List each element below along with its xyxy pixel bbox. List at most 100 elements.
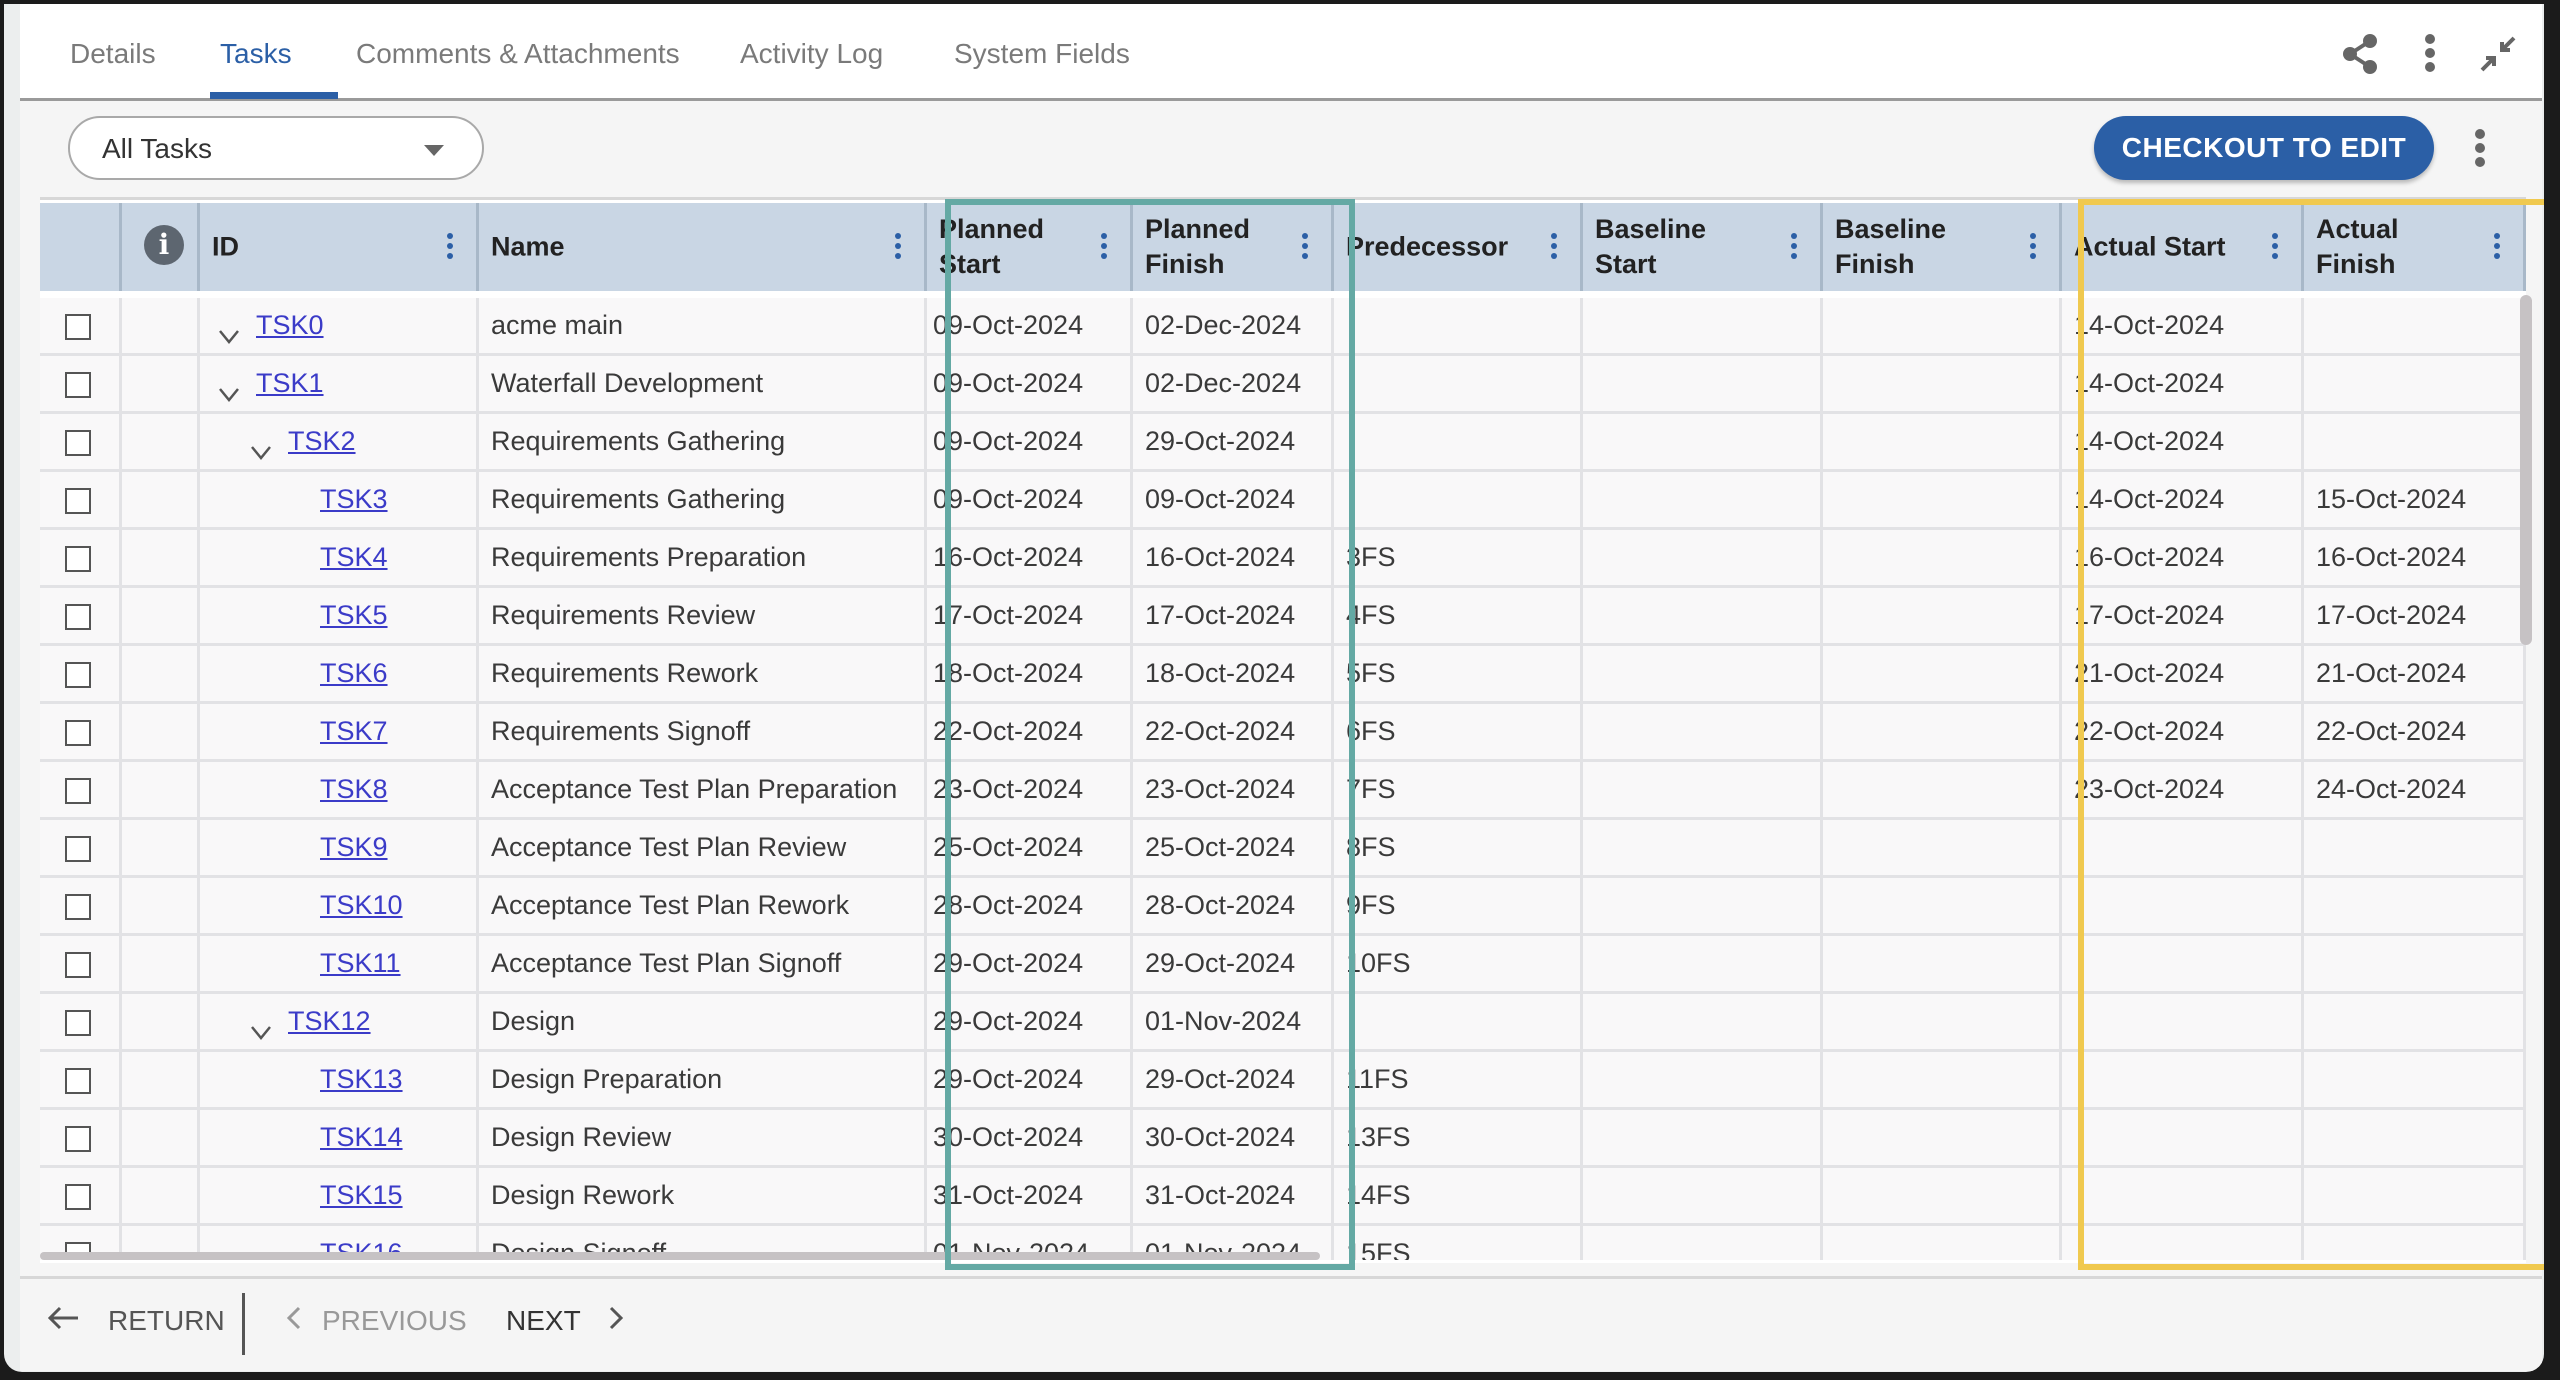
return-button[interactable]: RETURN [46, 1305, 225, 1337]
column-header-baseline-finish[interactable]: Baseline Finish [1823, 203, 2062, 291]
task-id-link[interactable]: TSK4 [320, 530, 388, 585]
cell-baseline-finish [1823, 936, 2062, 991]
cell-baseline-finish [1823, 704, 2062, 759]
table-row[interactable]: TSK3 Requirements Gathering 09-Oct-2024 09-… [40, 472, 2526, 530]
cell-actual-start: 14-Oct-2024 [2062, 472, 2304, 527]
tab-details[interactable]: Details [70, 38, 156, 70]
cell-text: 09-Oct-2024 [933, 426, 1084, 456]
task-id-link[interactable]: TSK3 [320, 472, 388, 527]
table-row[interactable]: TSK2 Requirements Gathering 09-Oct-2024 29-… [40, 414, 2526, 472]
row-checkbox[interactable] [65, 314, 91, 340]
table-row[interactable]: TSK5 Requirements Review 17-Oct-2024 17-Oct… [40, 588, 2526, 646]
task-id-link[interactable]: TSK12 [288, 994, 371, 1049]
row-checkbox[interactable] [65, 372, 91, 398]
tab-comments-attachments[interactable]: Comments & Attachments [356, 38, 680, 70]
table-row[interactable]: TSK7 Requirements Signoff 22-Oct-2024 22-Oc… [40, 704, 2526, 762]
column-header-select [40, 203, 122, 291]
task-id-link[interactable]: TSK6 [320, 646, 388, 701]
row-checkbox[interactable] [65, 778, 91, 804]
collapse-icon[interactable] [2478, 32, 2518, 76]
cell-text: 29-Oct-2024 [1145, 1064, 1296, 1094]
table-row[interactable]: TSK11 Acceptance Test Plan Signoff 29-Oct-… [40, 936, 2526, 994]
more-vert-icon[interactable] [2410, 32, 2450, 76]
column-menu-icon[interactable] [1550, 233, 1558, 259]
expand-chevron-icon[interactable] [250, 1008, 272, 1040]
table-row[interactable]: TSK10 Acceptance Test Plan Rework 28-Oct-2… [40, 878, 2526, 936]
checkout-to-edit-button[interactable]: CHECKOUT TO EDIT [2094, 116, 2434, 180]
vertical-scrollbar[interactable] [2520, 295, 2532, 645]
column-header-info[interactable]: i [122, 203, 200, 291]
column-header-name[interactable]: Name [479, 203, 927, 291]
return-label: RETURN [108, 1305, 225, 1336]
column-header-id[interactable]: ID [200, 203, 479, 291]
task-id-link[interactable]: TSK5 [320, 588, 388, 643]
column-header-planned-start[interactable]: Planned Start [927, 203, 1133, 291]
row-checkbox[interactable] [65, 720, 91, 746]
table-row[interactable]: TSK12 Design 29-Oct-2024 01-Nov-2024 [40, 994, 2526, 1052]
previous-button[interactable]: PREVIOUS [286, 1305, 467, 1337]
table-row[interactable]: TSK15 Design Rework 31-Oct-2024 31-Oct-2024… [40, 1168, 2526, 1226]
row-checkbox[interactable] [65, 546, 91, 572]
tab-activity-log[interactable]: Activity Log [740, 38, 883, 70]
cell-predecessor [1334, 472, 1583, 527]
row-checkbox[interactable] [65, 662, 91, 688]
row-checkbox[interactable] [65, 1010, 91, 1036]
column-header-predecessor[interactable]: Predecessor [1334, 203, 1583, 291]
row-checkbox[interactable] [65, 604, 91, 630]
column-menu-icon[interactable] [894, 233, 902, 259]
cell-text: Requirements Gathering [491, 426, 786, 456]
task-id-link[interactable]: TSK7 [320, 704, 388, 759]
column-menu-icon[interactable] [2493, 233, 2501, 259]
cell-id: TSK5 [200, 588, 479, 643]
next-button[interactable]: NEXT [506, 1305, 624, 1337]
row-checkbox[interactable] [65, 1184, 91, 1210]
row-checkbox[interactable] [65, 952, 91, 978]
task-id-link[interactable]: TSK11 [320, 936, 401, 991]
column-menu-icon[interactable] [2029, 233, 2037, 259]
task-id-link[interactable]: TSK8 [320, 762, 388, 817]
toolbar-more-icon[interactable] [2468, 127, 2492, 171]
tab-system-fields[interactable]: System Fields [954, 38, 1130, 70]
column-menu-icon[interactable] [2271, 233, 2279, 259]
expand-chevron-icon[interactable] [218, 312, 240, 344]
row-checkbox[interactable] [65, 1068, 91, 1094]
row-checkbox[interactable] [65, 836, 91, 862]
column-header-baseline-start[interactable]: Baseline Start [1583, 203, 1823, 291]
column-menu-icon[interactable] [446, 233, 454, 259]
expand-chevron-icon[interactable] [218, 370, 240, 402]
table-row[interactable]: TSK13 Design Preparation 29-Oct-2024 29-Oct… [40, 1052, 2526, 1110]
table-row[interactable]: TSK4 Requirements Preparation 16-Oct-2024 1… [40, 530, 2526, 588]
task-id-link[interactable]: TSK10 [320, 878, 403, 933]
column-menu-icon[interactable] [1790, 233, 1798, 259]
tab-tasks[interactable]: Tasks [220, 38, 292, 70]
cell-select [40, 530, 122, 585]
column-header-actual-start[interactable]: Actual Start [2062, 203, 2304, 291]
task-id-link[interactable]: TSK1 [256, 356, 324, 411]
task-id-link[interactable]: TSK2 [288, 414, 356, 469]
cell-id: TSK10 [200, 878, 479, 933]
column-menu-icon[interactable] [1301, 233, 1309, 259]
task-id-link[interactable]: TSK9 [320, 820, 388, 875]
row-checkbox[interactable] [65, 488, 91, 514]
table-row[interactable]: TSK14 Design Review 30-Oct-2024 30-Oct-2024… [40, 1110, 2526, 1168]
dropdown-caret-icon [424, 145, 444, 156]
task-id-link[interactable]: TSK14 [320, 1110, 403, 1165]
task-id-link[interactable]: TSK15 [320, 1168, 403, 1223]
share-icon[interactable] [2340, 32, 2380, 76]
table-row[interactable]: TSK6 Requirements Rework 18-Oct-2024 18-Oct… [40, 646, 2526, 704]
column-menu-icon[interactable] [1100, 233, 1108, 259]
row-checkbox[interactable] [65, 430, 91, 456]
row-checkbox[interactable] [65, 894, 91, 920]
row-checkbox[interactable] [65, 1126, 91, 1152]
table-row[interactable]: TSK1 Waterfall Development 09-Oct-2024 02-D… [40, 356, 2526, 414]
expand-chevron-icon[interactable] [250, 428, 272, 460]
table-row[interactable]: TSK0 acme main 09-Oct-2024 02-Dec-2024 14-Oc… [40, 298, 2526, 356]
column-header-actual-finish[interactable]: Actual Finish [2304, 203, 2526, 291]
task-id-link[interactable]: TSK0 [256, 298, 324, 353]
column-header-planned-finish[interactable]: Planned Finish [1133, 203, 1334, 291]
task-id-link[interactable]: TSK13 [320, 1052, 403, 1107]
table-row[interactable]: TSK8 Acceptance Test Plan Preparation 23-O… [40, 762, 2526, 820]
horizontal-scrollbar[interactable] [40, 1252, 1320, 1260]
table-row[interactable]: TSK9 Acceptance Test Plan Review 25-Oct-20… [40, 820, 2526, 878]
task-filter-select[interactable]: All Tasks [68, 116, 484, 180]
